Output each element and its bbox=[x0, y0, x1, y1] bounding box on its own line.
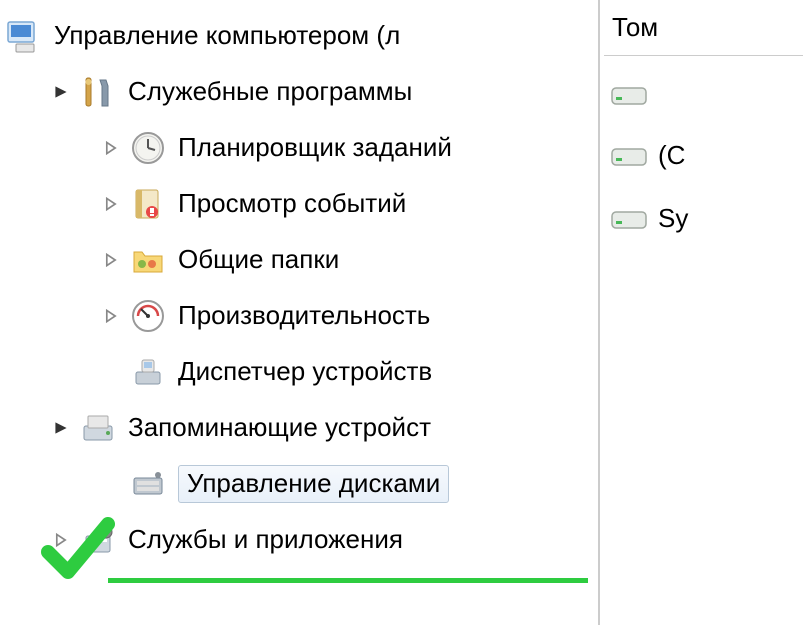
expand-icon[interactable] bbox=[100, 305, 122, 327]
expand-icon[interactable] bbox=[100, 193, 122, 215]
volume-item[interactable]: Sy bbox=[604, 187, 803, 250]
tree-diskmgmt-label: Управление дисками bbox=[187, 468, 440, 498]
diskmgmt-icon bbox=[128, 464, 168, 504]
tree-eventviewer[interactable]: Просмотр событий bbox=[0, 176, 598, 232]
clock-icon bbox=[128, 128, 168, 168]
tree-performance-label: Производительность bbox=[178, 300, 430, 331]
tree-performance[interactable]: Производительность bbox=[0, 288, 598, 344]
drive-icon bbox=[610, 206, 648, 232]
tools-icon bbox=[78, 72, 118, 112]
volume-panel: Том (C Sy bbox=[600, 0, 807, 625]
collapse-icon[interactable] bbox=[50, 81, 72, 103]
sharedfolder-icon bbox=[128, 240, 168, 280]
checkmark-annotation bbox=[38, 512, 116, 590]
drive-icon bbox=[610, 143, 648, 169]
expand-icon[interactable] bbox=[100, 249, 122, 271]
tree-scheduler[interactable]: Планировщик заданий bbox=[0, 120, 598, 176]
tree-utilities-label: Служебные программы bbox=[128, 76, 412, 107]
volume-label: (C bbox=[658, 140, 685, 171]
tree-devicemanager[interactable]: Диспетчер устройств bbox=[0, 344, 598, 400]
drive-icon bbox=[610, 82, 648, 108]
volume-item[interactable]: (C bbox=[604, 124, 803, 187]
tree-diskmgmt[interactable]: Управление дисками bbox=[0, 456, 598, 512]
tree-eventviewer-label: Просмотр событий bbox=[178, 188, 406, 219]
eventlog-icon bbox=[128, 184, 168, 224]
volume-label: Sy bbox=[658, 203, 688, 234]
tree-root[interactable]: Управление компьютером (л bbox=[0, 8, 598, 64]
devicemanager-icon bbox=[128, 352, 168, 392]
computer-icon bbox=[4, 16, 44, 56]
underline-annotation bbox=[108, 578, 588, 583]
storage-icon bbox=[78, 408, 118, 448]
volume-item[interactable] bbox=[604, 66, 803, 124]
volume-header[interactable]: Том bbox=[604, 8, 803, 56]
tree-sharedfolders-label: Общие папки bbox=[178, 244, 339, 275]
tree-services-label: Службы и приложения bbox=[128, 524, 403, 555]
tree-storage[interactable]: Запоминающие устройст bbox=[0, 400, 598, 456]
tree-root-label: Управление компьютером (л bbox=[54, 20, 400, 51]
tree-scheduler-label: Планировщик заданий bbox=[178, 132, 452, 163]
tree-utilities[interactable]: Служебные программы bbox=[0, 64, 598, 120]
volume-list: (C Sy bbox=[604, 56, 803, 250]
expand-icon[interactable] bbox=[100, 137, 122, 159]
tree-sharedfolders[interactable]: Общие папки bbox=[0, 232, 598, 288]
tree-devicemanager-label: Диспетчер устройств bbox=[178, 356, 432, 387]
tree-storage-label: Запоминающие устройст bbox=[128, 412, 431, 443]
collapse-icon[interactable] bbox=[50, 417, 72, 439]
performance-icon bbox=[128, 296, 168, 336]
